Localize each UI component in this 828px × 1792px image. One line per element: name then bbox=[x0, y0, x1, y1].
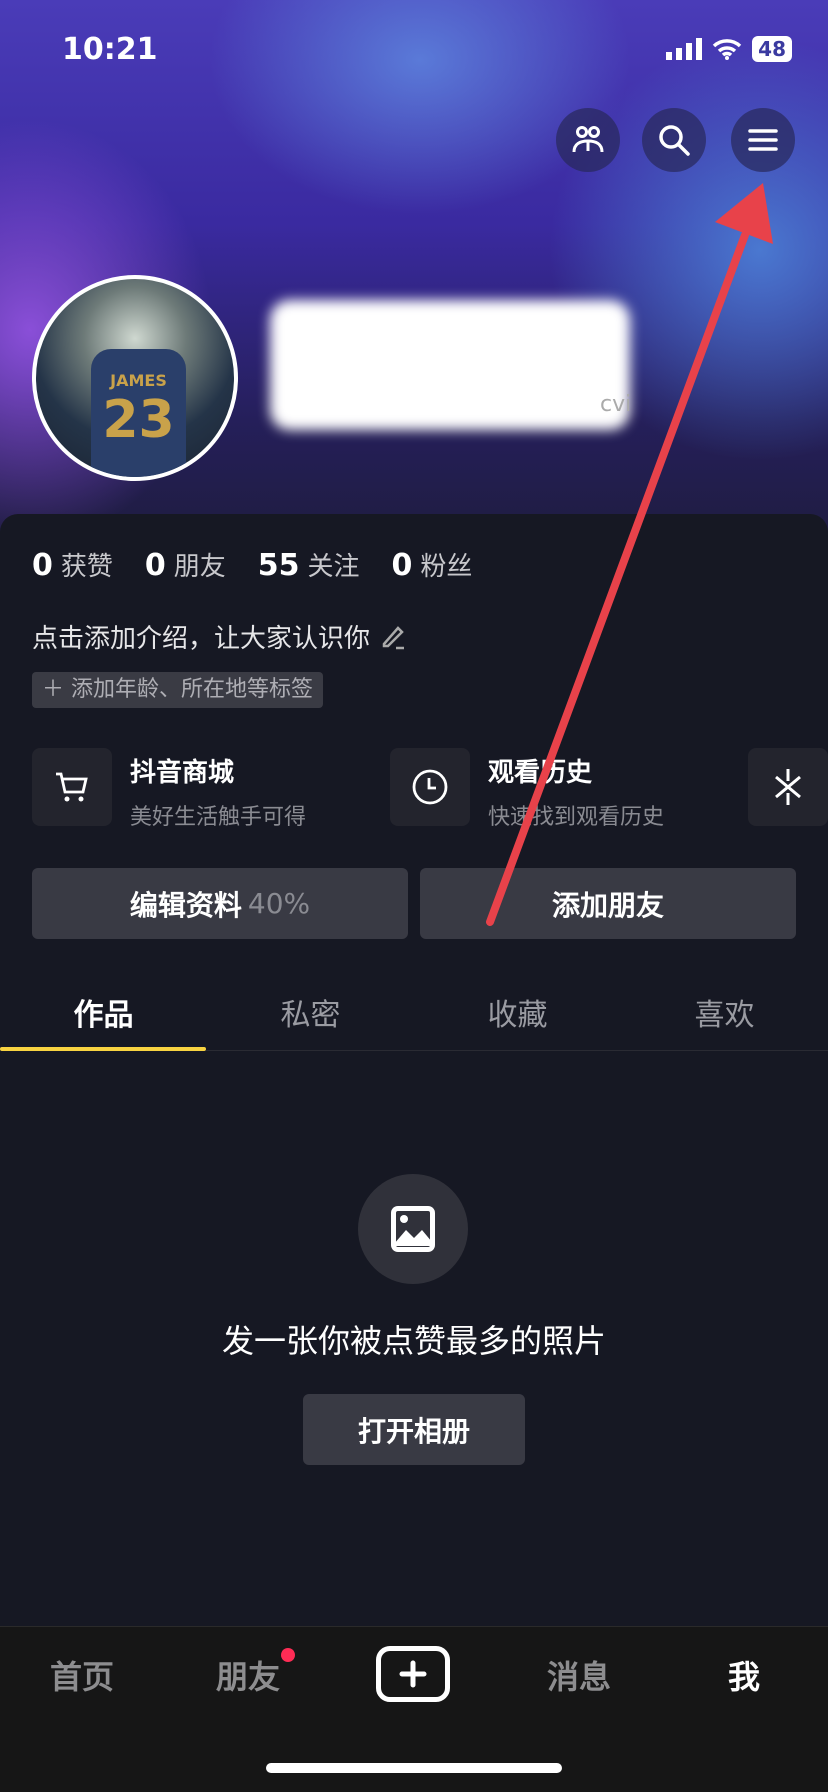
annotation-arrow bbox=[486, 183, 773, 926]
annotation-arrow-shaft bbox=[486, 231, 749, 926]
